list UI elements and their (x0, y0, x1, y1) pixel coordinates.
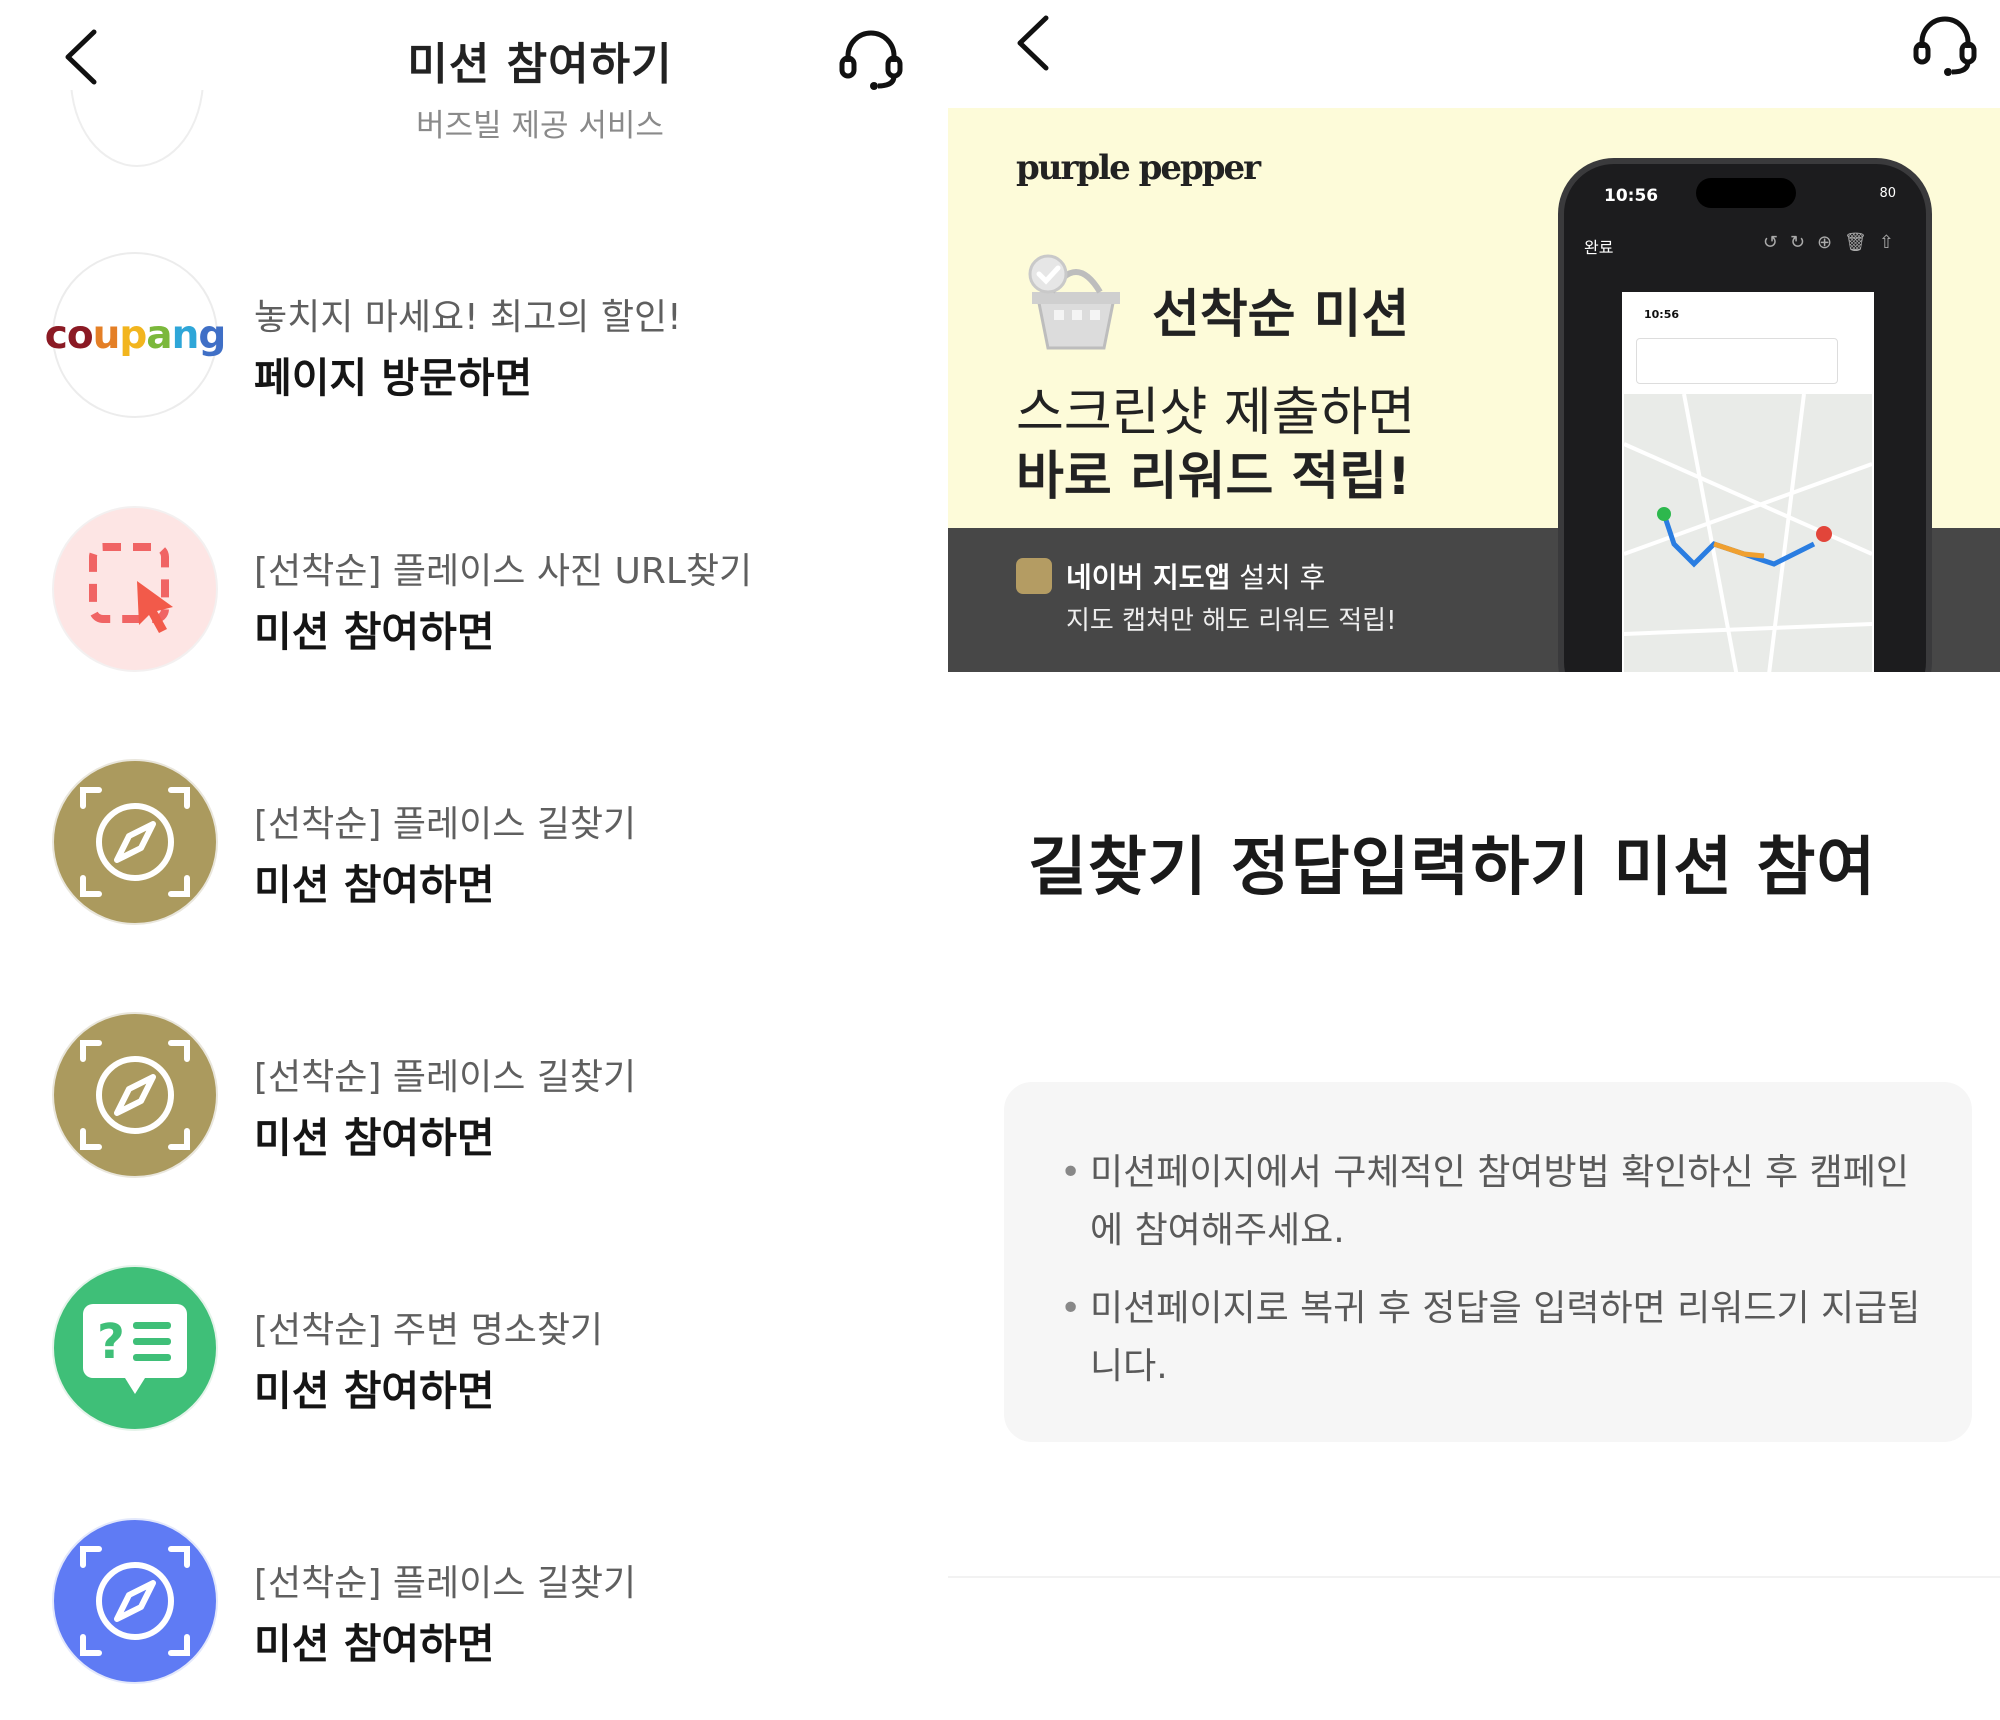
compass-icon (52, 759, 218, 925)
list-item[interactable]: [선착순] 플레이스 길찾기 미션 참여하면 (0, 759, 948, 929)
list-item[interactable]: ? [선착순] 주변 명소찾기 미션 참여하면 (0, 1265, 948, 1435)
select-cursor-icon (52, 506, 218, 672)
list-item[interactable]: coupang 놓치지 마세요! 최고의 할인! 페이지 방문하면 (0, 252, 948, 422)
brand-logo: purple pepper (1016, 148, 1261, 188)
item-subtitle: [선착순] 주변 명소찾기 (254, 1310, 604, 1351)
mission-detail-screen: purple pepper 선착순 미션 스크린샷 제출하면 바로 리워드 적립… (948, 0, 2000, 1720)
phone-toolbar-icons: ↺↻⊕🗑⇧ (1762, 232, 1906, 253)
item-subtitle: [선착순] 플레이스 길찾기 (254, 1563, 637, 1604)
coupang-logo-text: coupang (44, 312, 227, 358)
divider (948, 1576, 2000, 1578)
item-title: 미션 참여하면 (254, 1114, 495, 1162)
item-subtitle: [선착순] 플레이스 사진 URL찾기 (254, 551, 753, 592)
shopping-basket-icon (1028, 254, 1120, 350)
svg-text:?: ? (97, 1314, 125, 1370)
dynamic-island (1696, 178, 1796, 208)
map-screenshot: 10:56 (1622, 292, 1874, 672)
coupang-logo: coupang (45, 252, 226, 418)
headset-support-icon[interactable] (838, 28, 904, 92)
phone-done-label: 완료 (1584, 238, 1614, 257)
list-item[interactable]: [선착순] 플레이스 길찾기 미션 참여하면 (0, 1012, 948, 1182)
bullet-dot: • (1060, 1152, 1082, 1193)
back-arrow-icon[interactable] (1010, 12, 1058, 74)
instruction-text: 미션페이지에서 구체적인 참여방법 확인하신 후 캠페인에 참여해주세요. (1090, 1152, 1909, 1251)
headset-support-icon[interactable] (1912, 14, 1978, 78)
banner-headline: 선착순 미션 (1152, 285, 1410, 345)
mission-list-screen: 미션 참여하기 버즈빌 제공 서비스 coupang 놓치지 마세요! 최고의 … (0, 0, 948, 1720)
list-item[interactable]: [선착순] 플레이스 사진 URL찾기 미션 참여하면 (0, 506, 948, 676)
map-time: 10:56 (1644, 308, 1680, 321)
instruction-text: 미션페이지로 복귀 후 정답을 입력하면 리워드기 지급됩니다. (1090, 1288, 1921, 1387)
item-title: 페이지 방문하면 (254, 354, 533, 402)
instructions-box: • 미션페이지에서 구체적인 참여방법 확인하신 후 캠페인에 참여해주세요. … (1004, 1082, 1972, 1442)
phone-time: 10:56 (1604, 186, 1659, 206)
mission-heading: 길찾기 정답입력하기 미션 참여 (1028, 831, 1877, 905)
list-item[interactable]: [선착순] 플레이스 길찾기 미션 참여하면 (0, 1518, 948, 1688)
item-subtitle: [선착순] 플레이스 길찾기 (254, 804, 637, 845)
banner-note-2: 지도 캡쳐만 해도 리워드 적립! (1066, 606, 1397, 636)
bullet-dot: • (1060, 1288, 1082, 1329)
item-title: 미션 참여하면 (254, 608, 495, 656)
quiz-bubble-icon: ? (52, 1265, 218, 1431)
phone-battery: 80 (1879, 186, 1896, 201)
item-subtitle: 놓치지 마세요! 최고의 할인! (254, 297, 682, 338)
image-icon (1016, 558, 1052, 594)
map-route-input (1636, 338, 1838, 384)
item-title: 미션 참여하면 (254, 1367, 495, 1415)
promo-banner: purple pepper 선착순 미션 스크린샷 제출하면 바로 리워드 적립… (948, 108, 2000, 672)
item-title: 미션 참여하면 (254, 1620, 495, 1668)
item-subtitle: [선착순] 플레이스 길찾기 (254, 1057, 637, 1098)
compass-icon (52, 1518, 218, 1684)
phone-mockup: 10:56 80 완료 ↺↻⊕🗑⇧ 10:56 (1558, 158, 1932, 672)
banner-note-1: 네이버 지도앱 설치 후 (1066, 561, 1326, 594)
page-title: 미션 참여하기 (407, 39, 673, 90)
item-title: 미션 참여하면 (254, 861, 495, 909)
compass-icon (52, 1012, 218, 1178)
banner-line-2: 바로 리워드 적립! (1016, 447, 1411, 507)
